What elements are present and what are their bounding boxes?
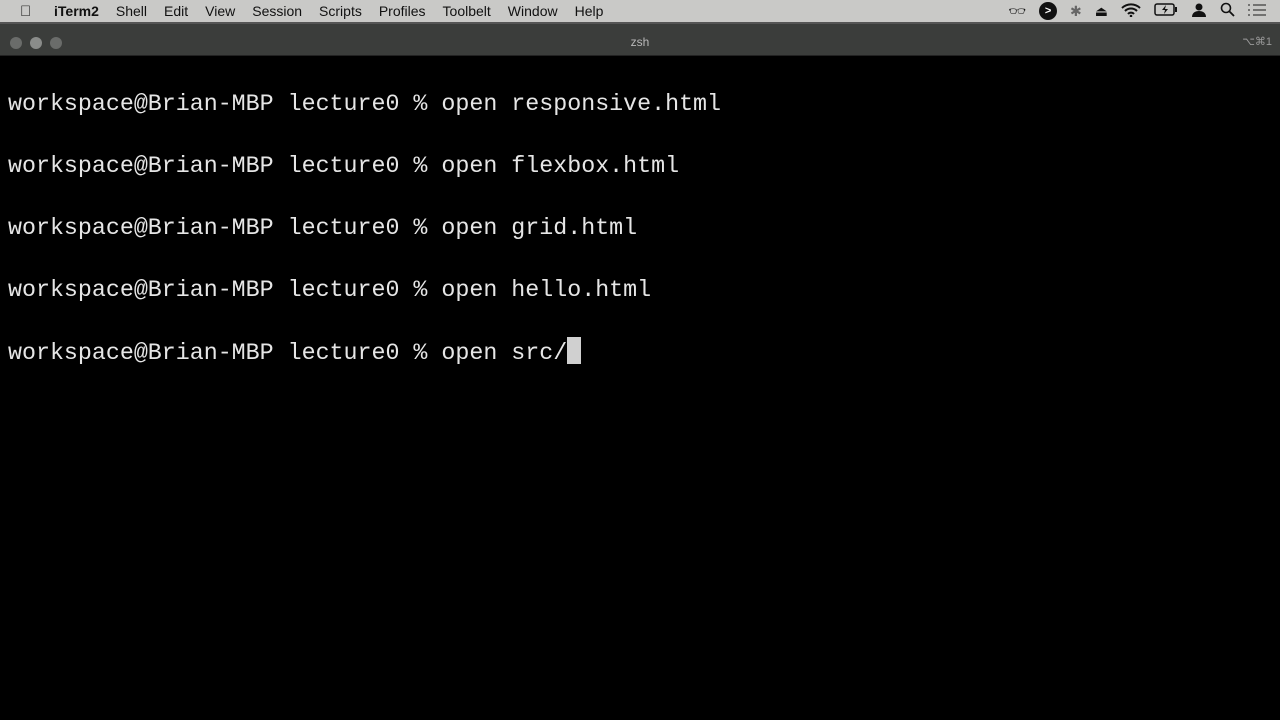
menu-edit[interactable]: Edit [164,3,188,19]
terminal-line: workspace@Brian-MBP lecture0 % open hell… [8,275,721,306]
wifi-icon[interactable] [1121,2,1141,20]
eject-icon[interactable]: ⏏ [1095,3,1108,20]
prompt: workspace@Brian-MBP lecture0 % [8,91,442,117]
menu-help[interactable]: Help [575,3,604,19]
menu-bar:  iTerm2 Shell Edit View Session Scripts… [0,0,1280,22]
terminal-input-line[interactable]: workspace@Brian-MBP lecture0 % open src/ [8,337,721,369]
terminal-output[interactable]: workspace@Brian-MBP lecture0 % open resp… [8,58,721,400]
terminal-line: workspace@Brian-MBP lecture0 % open grid… [8,213,721,244]
window-shortcut: ⌥⌘1 [1242,36,1272,48]
menu-window[interactable]: Window [508,3,558,19]
search-icon[interactable] [1220,2,1235,20]
glasses-icon[interactable]: 👓︎ [1008,3,1026,20]
menu-session[interactable]: Session [252,3,302,19]
menu-toolbelt[interactable]: Toolbelt [443,3,491,19]
terminal-line: workspace@Brian-MBP lecture0 % open flex… [8,151,721,182]
window-titlebar[interactable]: zsh ⌥⌘1 [0,22,1280,56]
apple-icon[interactable]:  [20,3,36,20]
menu-shell[interactable]: Shell [116,3,147,19]
menu-profiles[interactable]: Profiles [379,3,426,19]
battery-charging-icon[interactable] [1154,3,1178,19]
prompt: workspace@Brian-MBP lecture0 % [8,340,442,366]
prompt: workspace@Brian-MBP lecture0 % [8,215,442,241]
user-icon[interactable] [1191,3,1207,20]
menu-list-icon[interactable] [1248,3,1266,19]
command: open hello.html [441,277,652,303]
current-input[interactable]: open src/ [441,340,567,366]
prompt: workspace@Brian-MBP lecture0 % [8,153,442,179]
prompt: workspace@Brian-MBP lecture0 % [8,277,442,303]
bluetooth-icon[interactable]: ✱ [1070,3,1082,20]
cursor [567,337,582,364]
arrow-circle-icon[interactable]: > [1039,2,1058,20]
command: open responsive.html [441,91,722,117]
terminal-line: workspace@Brian-MBP lecture0 % open resp… [8,89,721,120]
window-title: zsh [630,35,650,49]
status-area: 👓︎ > ✱ ⏏ [1008,0,1280,22]
command: open grid.html [441,215,638,241]
menu-view[interactable]: View [205,3,235,19]
menu-app-name[interactable]: iTerm2 [54,3,99,19]
menu-scripts[interactable]: Scripts [319,3,362,19]
command: open flexbox.html [441,153,680,179]
